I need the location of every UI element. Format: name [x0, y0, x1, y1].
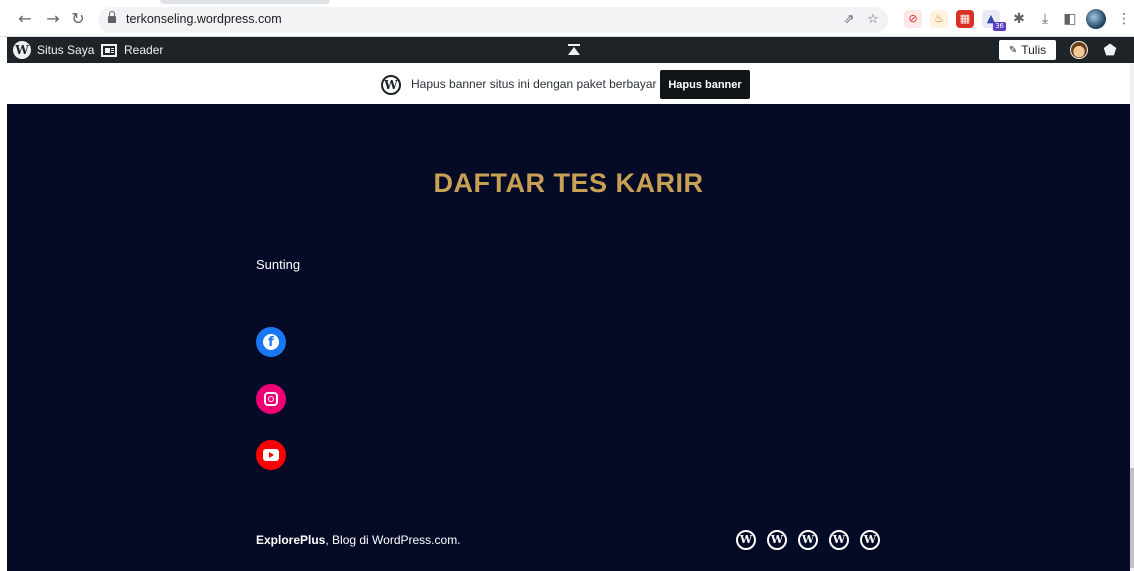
wordpress-logo-icon: W: [13, 41, 31, 59]
menu-icon[interactable]: ⋮: [1114, 9, 1134, 29]
notifications-bell-icon[interactable]: ⬟: [1101, 41, 1119, 59]
site-content: DAFTAR TES KARIR Sunting f ExplorePlus, …: [7, 104, 1130, 571]
side-panel-icon[interactable]: ◧: [1060, 9, 1080, 29]
wordpress-icon[interactable]: W: [829, 530, 849, 550]
pen-icon: ✎: [1008, 44, 1018, 56]
extension-grad-cap-icon[interactable]: ▲ 36: [982, 10, 1006, 31]
page-title: DAFTAR TES KARIR: [433, 168, 704, 198]
share-icon[interactable]: ⇗: [840, 11, 858, 29]
reload-icon[interactable]: ↻: [68, 9, 88, 29]
extension-blocker-icon[interactable]: ⊘: [904, 10, 922, 28]
reader-icon: [101, 43, 117, 57]
download-icon[interactable]: ⤓: [1035, 9, 1055, 29]
scrollbar-thumb[interactable]: [1130, 468, 1134, 568]
lock-icon[interactable]: [108, 11, 116, 24]
facebook-icon[interactable]: f: [256, 327, 286, 357]
my-site-label: Situs Saya: [37, 43, 95, 57]
reader-label: Reader: [124, 43, 164, 57]
instagram-icon[interactable]: [256, 384, 286, 414]
wordpress-icon[interactable]: W: [860, 530, 880, 550]
reader-menu[interactable]: Reader: [101, 37, 163, 63]
wordpress-icon[interactable]: W: [798, 530, 818, 550]
write-button[interactable]: ✎ Tulis: [999, 40, 1056, 60]
footer-site-name[interactable]: ExplorePlus: [256, 533, 325, 547]
wordpress-logo-icon: W: [381, 75, 401, 95]
extension-calendar-icon[interactable]: ▦: [956, 10, 974, 28]
footer-credit: ExplorePlus, Blog di WordPress.com.: [256, 533, 461, 547]
avatar[interactable]: [1070, 41, 1088, 59]
browser-toolbar: ← → ↻ terkonseling.wordpress.com ⇗ ☆ ⊘ ♨…: [0, 0, 1134, 37]
active-tab-edge: [160, 0, 330, 4]
wp-admin-bar: W Situs Saya Reader ✎ Tulis ⬟: [7, 37, 1134, 63]
forward-icon[interactable]: →: [43, 9, 63, 29]
footer-social-icons: W W W W W: [736, 530, 880, 550]
extensions-puzzle-icon[interactable]: ✱: [1009, 9, 1029, 29]
footer-credit-text[interactable]: , Blog di WordPress.com.: [325, 533, 460, 547]
wordpress-icon[interactable]: W: [736, 530, 756, 550]
my-site-menu[interactable]: W Situs Saya: [13, 37, 94, 63]
profile-icon[interactable]: [1086, 9, 1106, 29]
remove-banner-button[interactable]: Hapus banner: [660, 70, 750, 99]
wordpress-icon[interactable]: W: [767, 530, 787, 550]
extension-flame-icon[interactable]: ♨: [930, 10, 948, 28]
write-label: Tulis: [1021, 43, 1047, 57]
collapse-toolbar-icon[interactable]: [568, 44, 580, 56]
edit-link[interactable]: Sunting: [256, 257, 300, 272]
banner-text: Hapus banner situs ini dengan paket berb…: [411, 77, 657, 91]
url-text[interactable]: terkonseling.wordpress.com: [126, 12, 282, 26]
extension-badge: 36: [993, 22, 1006, 31]
back-icon[interactable]: ←: [15, 9, 35, 29]
scrollbar[interactable]: [1130, 63, 1134, 571]
upgrade-banner: W Hapus banner situs ini dengan paket be…: [7, 63, 1134, 104]
address-bar[interactable]: terkonseling.wordpress.com ⇗ ☆: [98, 7, 888, 33]
youtube-icon[interactable]: [256, 440, 286, 470]
bookmark-star-icon[interactable]: ☆: [864, 11, 882, 29]
